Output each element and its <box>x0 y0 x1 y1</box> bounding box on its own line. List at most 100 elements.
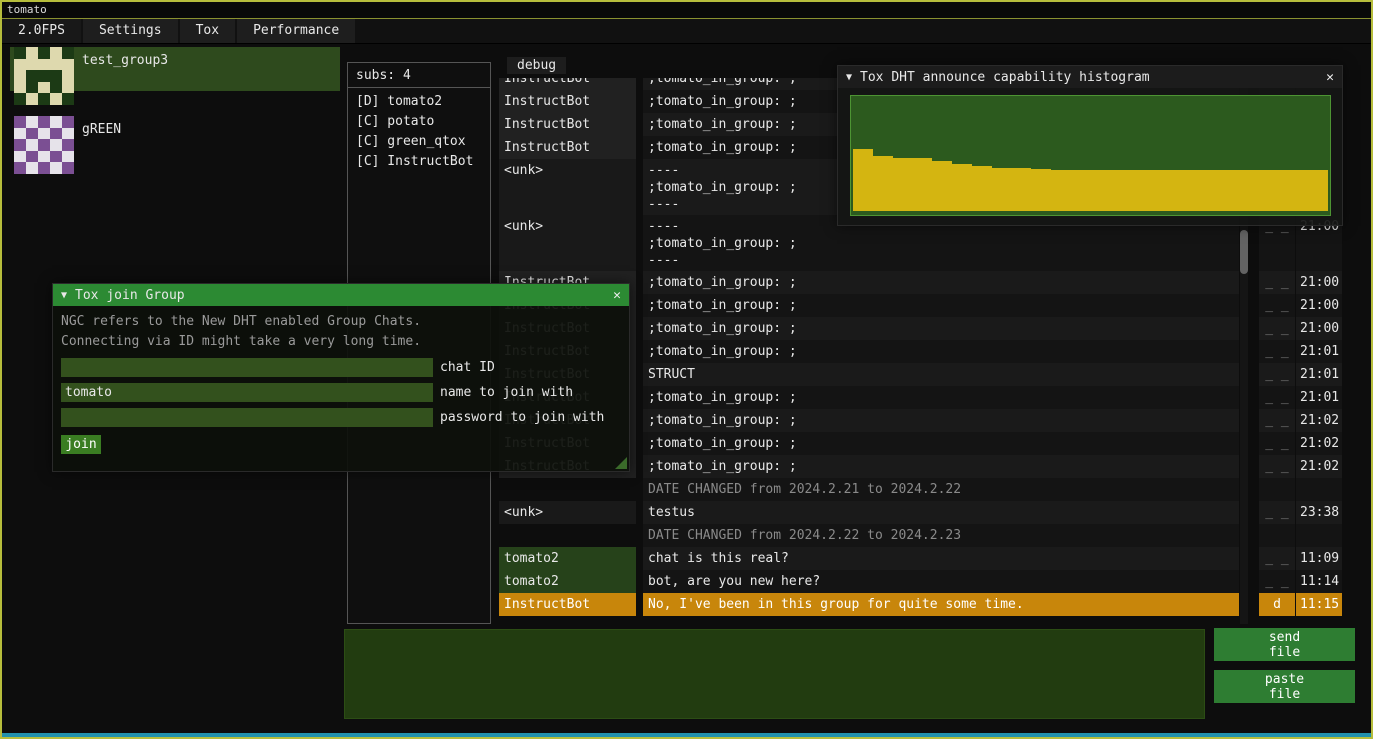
chat-message-text: ;tomato_in_group: ; <box>643 409 1239 432</box>
join-group-window-titlebar[interactable]: ▼ Tox join Group ✕ <box>53 284 629 306</box>
member-item-c-green-qtox[interactable]: [C] green_qtox <box>348 132 490 152</box>
member-item-c-potato[interactable]: [C] potato <box>348 112 490 132</box>
histogram-bar <box>1130 170 1150 211</box>
collapse-arrow-icon[interactable]: ▼ <box>846 72 852 83</box>
resize-grip[interactable] <box>615 457 627 469</box>
name-to-join-with-label: name to join with <box>440 385 573 400</box>
menu-item-2-0fps[interactable]: 2.0FPS <box>2 19 81 43</box>
tab-debug[interactable]: debug <box>507 57 566 74</box>
chat-author: tomato2 <box>499 547 636 570</box>
histogram-bar <box>952 164 972 211</box>
bottom-strip <box>2 733 1371 737</box>
chat-author: InstructBot <box>499 90 636 113</box>
group-avatar <box>14 47 74 105</box>
member-item-c-instructbot[interactable]: [C] InstructBot <box>348 152 490 172</box>
chat-author: tomato2 <box>499 570 636 593</box>
chat-author: InstructBot <box>499 113 636 136</box>
chat-date-text: DATE CHANGED from 2024.2.21 to 2024.2.22 <box>643 478 1239 501</box>
name-to-join-with-input[interactable]: tomato <box>61 383 433 402</box>
chat-timestamp: 21:00 <box>1296 317 1342 340</box>
chat-delivery-status: _ _ <box>1259 547 1295 570</box>
histogram-bar <box>1249 170 1269 211</box>
histogram-bar <box>1110 170 1130 211</box>
histogram-bar <box>912 158 932 211</box>
chat-author: <unk> <box>499 215 636 271</box>
chat-delivery-status: _ _ <box>1259 363 1295 386</box>
chat-delivery-status: _ _ <box>1259 432 1295 455</box>
chat-timestamp: 11:14 <box>1296 570 1342 593</box>
chat-date-row[interactable]: DATE CHANGED from 2024.2.21 to 2024.2.22 <box>499 478 1348 501</box>
histogram-bar <box>1209 170 1229 211</box>
group-sidebar: test_group3 gREEN <box>10 47 340 185</box>
chat-author: <unk> <box>499 159 636 215</box>
member-list: [D] tomato2[C] potato[C] green_qtox[C] I… <box>348 88 490 172</box>
group-item-test-group3[interactable]: test_group3 <box>10 47 340 105</box>
password-to-join-with-label: password to join with <box>440 410 604 425</box>
histogram-bar <box>1269 170 1289 211</box>
password-to-join-with-input[interactable] <box>61 408 433 427</box>
menu-item-settings[interactable]: Settings <box>83 19 178 43</box>
histogram-window: ▼ Tox DHT announce capability histogram … <box>837 65 1343 226</box>
member-item-d-tomato2[interactable]: [D] tomato2 <box>348 92 490 112</box>
chat-date-text: DATE CHANGED from 2024.2.22 to 2024.2.23 <box>643 524 1239 547</box>
histogram-bar <box>972 166 992 211</box>
window-titlebar[interactable]: tomato <box>2 2 1371 19</box>
close-icon[interactable]: ✕ <box>1326 70 1334 85</box>
paste-file-button[interactable]: paste file <box>1214 670 1355 703</box>
chat-author <box>499 478 636 501</box>
chat-author: InstructBot <box>499 593 636 616</box>
histogram-chart <box>850 95 1331 216</box>
chat-message-text: bot, are you new here? <box>643 570 1239 593</box>
menu-item-performance[interactable]: Performance <box>237 19 355 43</box>
chat-message-text: ;tomato_in_group: ; <box>643 386 1239 409</box>
join-fields: chat IDtomatoname to join withpassword t… <box>61 358 621 427</box>
group-avatar <box>14 116 74 174</box>
chat-message-row[interactable]: tomato2 bot, are you new here? _ _11:14 <box>499 570 1348 593</box>
join-info-line: NGC refers to the New DHT enabled Group … <box>61 312 621 332</box>
histogram-bar <box>1190 170 1210 211</box>
chat-message-row[interactable]: InstructBotNo, I've been in this group f… <box>499 593 1348 616</box>
chat-timestamp: 11:15 <box>1296 593 1342 616</box>
send-file-button[interactable]: send file <box>1214 628 1355 661</box>
menu-item-tox[interactable]: Tox <box>180 19 235 43</box>
chat-message-row[interactable]: tomato2chat is this real?_ _11:09 <box>499 547 1348 570</box>
chat-timestamp <box>1296 478 1342 501</box>
histogram-bar <box>1229 170 1249 211</box>
chat-delivery-status: _ _ <box>1259 501 1295 524</box>
chat-delivery-status: _ _ <box>1259 409 1295 432</box>
chat-delivery-status <box>1259 478 1295 501</box>
histogram-bar <box>1150 170 1170 211</box>
join-button[interactable]: join <box>61 435 101 454</box>
histogram-window-title: Tox DHT announce capability histogram <box>860 70 1150 85</box>
chat-timestamp: 21:00 <box>1296 294 1342 317</box>
chat-delivery-status: _ _ <box>1259 455 1295 478</box>
chat-delivery-status: _ _ <box>1259 294 1295 317</box>
collapse-arrow-icon[interactable]: ▼ <box>61 290 67 301</box>
histogram-bar <box>992 168 1012 211</box>
close-icon[interactable]: ✕ <box>613 288 621 303</box>
chat-delivery-status: d <box>1259 593 1295 616</box>
chat-id-input[interactable] <box>61 358 433 377</box>
chat-message-text: ;tomato_in_group: ; <box>643 294 1239 317</box>
histogram-window-titlebar[interactable]: ▼ Tox DHT announce capability histogram … <box>838 66 1342 88</box>
histogram-bar <box>1031 169 1051 211</box>
group-item-green[interactable]: gREEN <box>10 116 340 174</box>
histogram-bar <box>1091 170 1111 211</box>
chat-message-text: ;tomato_in_group: ; <box>643 455 1239 478</box>
chat-timestamp: 21:02 <box>1296 409 1342 432</box>
chat-timestamp: 21:01 <box>1296 363 1342 386</box>
menubar: 2.0FPSSettingsToxPerformance <box>2 19 1371 44</box>
chat-delivery-status: _ _ <box>1259 570 1295 593</box>
chat-timestamp: 21:02 <box>1296 432 1342 455</box>
paste-file-label-line1: paste <box>1265 672 1304 687</box>
chat-message-text: ;tomato_in_group: ; <box>643 271 1239 294</box>
message-input[interactable] <box>344 629 1205 719</box>
chat-author: InstructBot <box>499 136 636 159</box>
chat-message-row[interactable]: <unk>testus_ _23:38 <box>499 501 1348 524</box>
chat-date-row[interactable]: DATE CHANGED from 2024.2.22 to 2024.2.23 <box>499 524 1348 547</box>
chat-author: <unk> <box>499 501 636 524</box>
join-group-window: ▼ Tox join Group ✕ NGC refers to the New… <box>52 283 630 472</box>
join-info-line: Connecting via ID might take a very long… <box>61 332 621 352</box>
chat-timestamp: 21:02 <box>1296 455 1342 478</box>
chat-scrollbar-thumb[interactable] <box>1240 230 1248 274</box>
